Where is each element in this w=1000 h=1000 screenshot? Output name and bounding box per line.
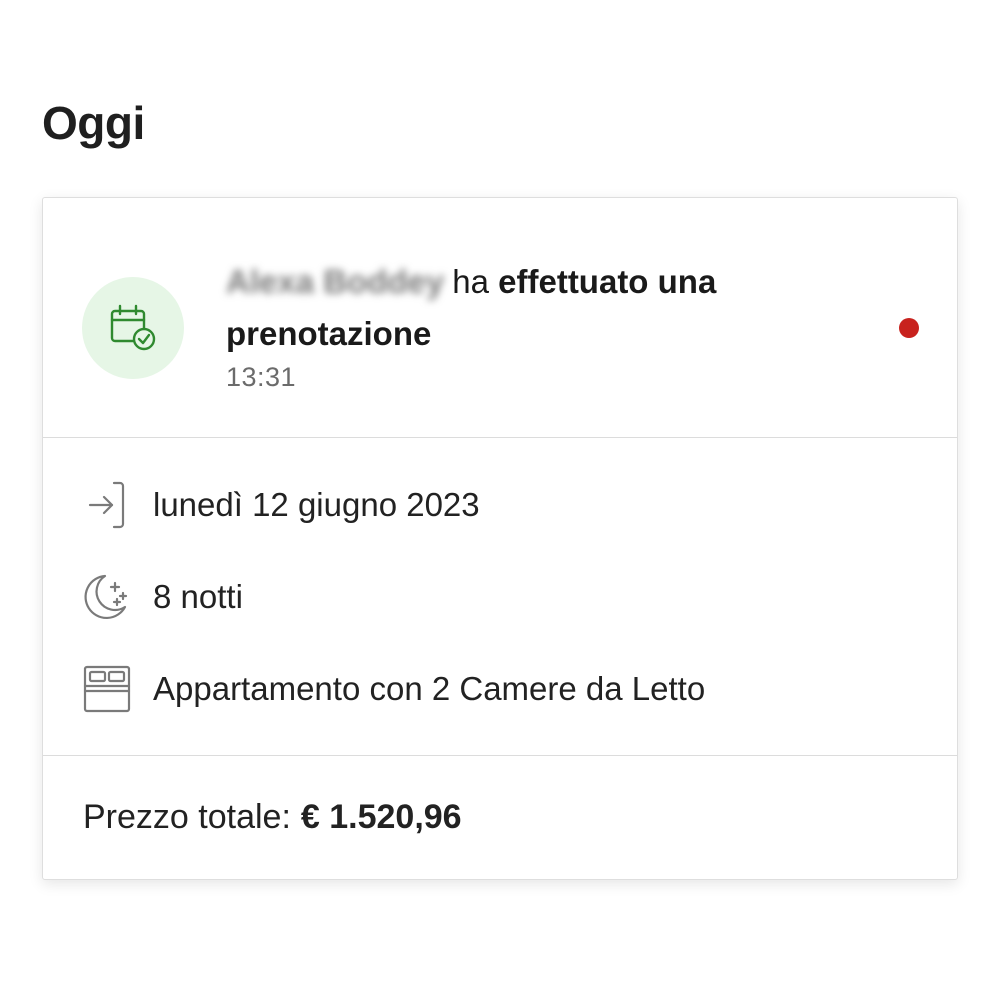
calendar-check-icon xyxy=(110,304,156,351)
nights-row: 8 notti xyxy=(81,569,243,625)
check-in-arrow-icon xyxy=(81,479,133,531)
room-type-label: Appartamento con 2 Camere da Letto xyxy=(153,670,706,707)
notification-time: 13:31 xyxy=(226,362,297,392)
notification-icon-badge xyxy=(82,277,184,379)
guest-name-redacted: Alexa Boddey xyxy=(226,263,445,300)
room-type-row: Appartamento con 2 Camere da Letto xyxy=(81,661,705,717)
bed-icon xyxy=(81,663,133,715)
notification-message: Alexa Boddey ha effettuato una prenotazio… xyxy=(226,256,846,360)
divider xyxy=(43,755,957,756)
moon-stars-icon xyxy=(81,571,133,623)
section-title: Oggi xyxy=(42,97,145,149)
divider xyxy=(43,437,957,438)
total-price: Prezzo totale: € 1.520,96 xyxy=(83,798,462,837)
total-price-value: € 1.520,96 xyxy=(300,798,462,836)
notification-text: Alexa Boddey ha effettuato una prenotazio… xyxy=(226,256,846,393)
notification-header[interactable]: Alexa Boddey ha effettuato una prenotazio… xyxy=(43,198,957,438)
checkin-date-label: lunedì 12 giugno 2023 xyxy=(153,486,480,523)
unread-indicator-dot xyxy=(899,318,919,338)
checkin-date-row: lunedì 12 giugno 2023 xyxy=(81,477,480,533)
nights-label: 8 notti xyxy=(153,578,243,615)
total-price-label: Prezzo totale: xyxy=(83,798,291,836)
booking-notification-card[interactable]: Alexa Boddey ha effettuato una prenotazio… xyxy=(42,197,958,880)
notification-verb: ha xyxy=(452,263,489,300)
